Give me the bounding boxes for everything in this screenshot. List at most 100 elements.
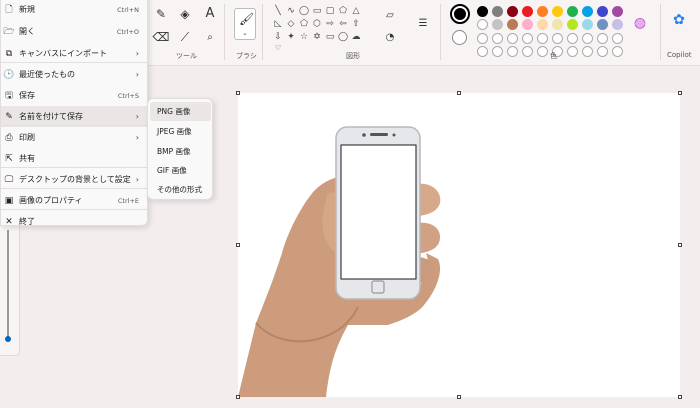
color-swatch[interactable] [537, 19, 548, 30]
right-arrow-shape-icon[interactable]: ⇨ [324, 19, 336, 29]
custom-color-slot[interactable] [522, 33, 533, 44]
copilot-icon[interactable]: ✿ [670, 11, 688, 29]
color-swatch[interactable] [582, 6, 593, 17]
save-as-png-item[interactable]: PNG 画像 [150, 102, 211, 121]
custom-color-slot[interactable] [507, 33, 518, 44]
file-menu-item[interactable]: 🗁 開く Ctrl+O [1, 21, 147, 42]
file-menu-item[interactable]: ✎ 名前を付けて保存 › [1, 106, 147, 127]
file-menu-item[interactable]: 🕒 最近使ったもの › [1, 64, 147, 85]
custom-color-slot[interactable] [612, 46, 623, 57]
resize-handle[interactable] [236, 243, 240, 247]
resize-handle[interactable] [236, 395, 240, 399]
save-as-jpeg-item[interactable]: JPEG 画像 [150, 122, 211, 141]
custom-color-slot[interactable] [552, 33, 563, 44]
zoom-slider-track[interactable] [7, 230, 9, 340]
resize-handle[interactable] [678, 91, 682, 95]
pencil-icon[interactable]: ✎ [152, 5, 170, 23]
color-swatch[interactable] [597, 6, 608, 17]
custom-color-slot[interactable] [612, 33, 623, 44]
resize-handle[interactable] [236, 91, 240, 95]
file-menu-item[interactable]: 🖫 保存 Ctrl+S [1, 85, 147, 106]
file-menu-item[interactable]: ✕ 終了 [1, 211, 147, 232]
brush-button[interactable]: 🖌 ⌄ [234, 8, 256, 40]
right-triangle-shape-icon[interactable]: ◺ [272, 19, 284, 29]
color-swatch[interactable] [477, 19, 488, 30]
color-swatch[interactable] [522, 6, 533, 17]
rounded-rect-shape-icon[interactable]: ▢ [324, 6, 336, 16]
down-arrow-shape-icon[interactable]: ⇩ [272, 32, 284, 42]
color-picker-icon[interactable]: ⟋ [176, 28, 194, 46]
eraser-icon[interactable]: ⌫ [152, 28, 170, 46]
color-swatch[interactable] [507, 6, 518, 17]
primary-color-selector[interactable] [450, 4, 470, 24]
zoom-slider-thumb[interactable] [5, 336, 11, 342]
curve-shape-icon[interactable]: ∿ [285, 6, 297, 16]
save-as-other-formats-item[interactable]: その他の形式 [150, 180, 211, 199]
color-swatch[interactable] [477, 6, 488, 17]
resize-handle[interactable] [678, 243, 682, 247]
color-swatch[interactable] [567, 6, 578, 17]
pentagon-shape-icon[interactable]: ⬠ [298, 19, 310, 29]
custom-color-slot[interactable] [597, 46, 608, 57]
color-swatch[interactable] [597, 19, 608, 30]
color-swatch[interactable] [492, 6, 503, 17]
color-swatch[interactable] [612, 6, 623, 17]
file-menu-item[interactable]: 🗋 新規 Ctrl+N [1, 0, 147, 20]
hexagon-shape-icon[interactable]: ⬡ [311, 19, 323, 29]
color-swatch[interactable] [537, 6, 548, 17]
triangle-shape-icon[interactable]: △ [350, 6, 362, 16]
color-swatch[interactable] [507, 19, 518, 30]
drawing-canvas[interactable] [236, 91, 682, 399]
custom-color-slot[interactable] [507, 46, 518, 57]
shape-fill-icon[interactable]: ◔ [381, 28, 399, 46]
cloud-callout-icon[interactable]: ☁ [350, 32, 362, 42]
stroke-size-icon[interactable]: ☰ [414, 14, 432, 32]
resize-handle[interactable] [678, 395, 682, 399]
file-menu-item[interactable]: 🖵 デスクトップの背景として設定 › [1, 169, 147, 190]
color-swatch[interactable] [492, 19, 503, 30]
custom-color-slot[interactable] [537, 46, 548, 57]
five-point-star-icon[interactable]: ☆ [298, 32, 310, 42]
save-as-bmp-item[interactable]: BMP 画像 [150, 142, 211, 161]
color-swatch[interactable] [567, 19, 578, 30]
save-as-gif-item[interactable]: GIF 画像 [150, 161, 211, 180]
file-menu-item[interactable]: ⧉ キャンバスにインポート › [1, 43, 147, 64]
rectangle-shape-icon[interactable]: ▭ [311, 6, 323, 16]
oval-shape-icon[interactable]: ◯ [298, 6, 310, 16]
line-shape-icon[interactable]: ╲ [272, 6, 284, 16]
magnifier-icon[interactable]: ⌕ [201, 28, 219, 46]
fill-bucket-icon[interactable]: ◈ [176, 5, 194, 23]
custom-color-slot[interactable] [492, 46, 503, 57]
six-point-star-icon[interactable]: ✡ [311, 32, 323, 42]
color-swatch[interactable] [552, 19, 563, 30]
oval-callout-icon[interactable]: ◯ [337, 32, 349, 42]
custom-color-slot[interactable] [477, 33, 488, 44]
custom-color-slot[interactable] [582, 46, 593, 57]
custom-color-slot[interactable] [567, 46, 578, 57]
color-swatch[interactable] [612, 19, 623, 30]
left-arrow-shape-icon[interactable]: ⇦ [337, 19, 349, 29]
resize-handle[interactable] [457, 91, 461, 95]
shape-outline-icon[interactable]: ▱ [381, 6, 399, 24]
text-tool-icon[interactable]: A [201, 4, 219, 22]
up-arrow-shape-icon[interactable]: ⇧ [350, 19, 362, 29]
custom-color-slot[interactable] [537, 33, 548, 44]
custom-color-slot[interactable] [597, 33, 608, 44]
diamond-shape-icon[interactable]: ◇ [285, 19, 297, 29]
custom-color-slot[interactable] [492, 33, 503, 44]
secondary-color-selector[interactable] [452, 30, 467, 45]
custom-color-slot[interactable] [567, 33, 578, 44]
color-swatch[interactable] [552, 6, 563, 17]
heart-shape-icon[interactable]: ♡ [272, 44, 284, 52]
custom-color-slot[interactable] [582, 33, 593, 44]
resize-handle[interactable] [457, 395, 461, 399]
custom-color-slot[interactable] [522, 46, 533, 57]
custom-color-slot[interactable] [477, 46, 488, 57]
copilot-label[interactable]: Copilot [667, 51, 692, 59]
polygon-shape-icon[interactable]: ⬠ [337, 6, 349, 16]
file-menu-item[interactable]: ⎙ 印刷 › [1, 127, 147, 148]
color-swatch[interactable] [522, 19, 533, 30]
color-swatch[interactable] [582, 19, 593, 30]
file-menu-item[interactable]: ⇱ 共有 [1, 148, 147, 169]
file-menu-item[interactable]: ▣ 画像のプロパティ Ctrl+E [1, 190, 147, 211]
